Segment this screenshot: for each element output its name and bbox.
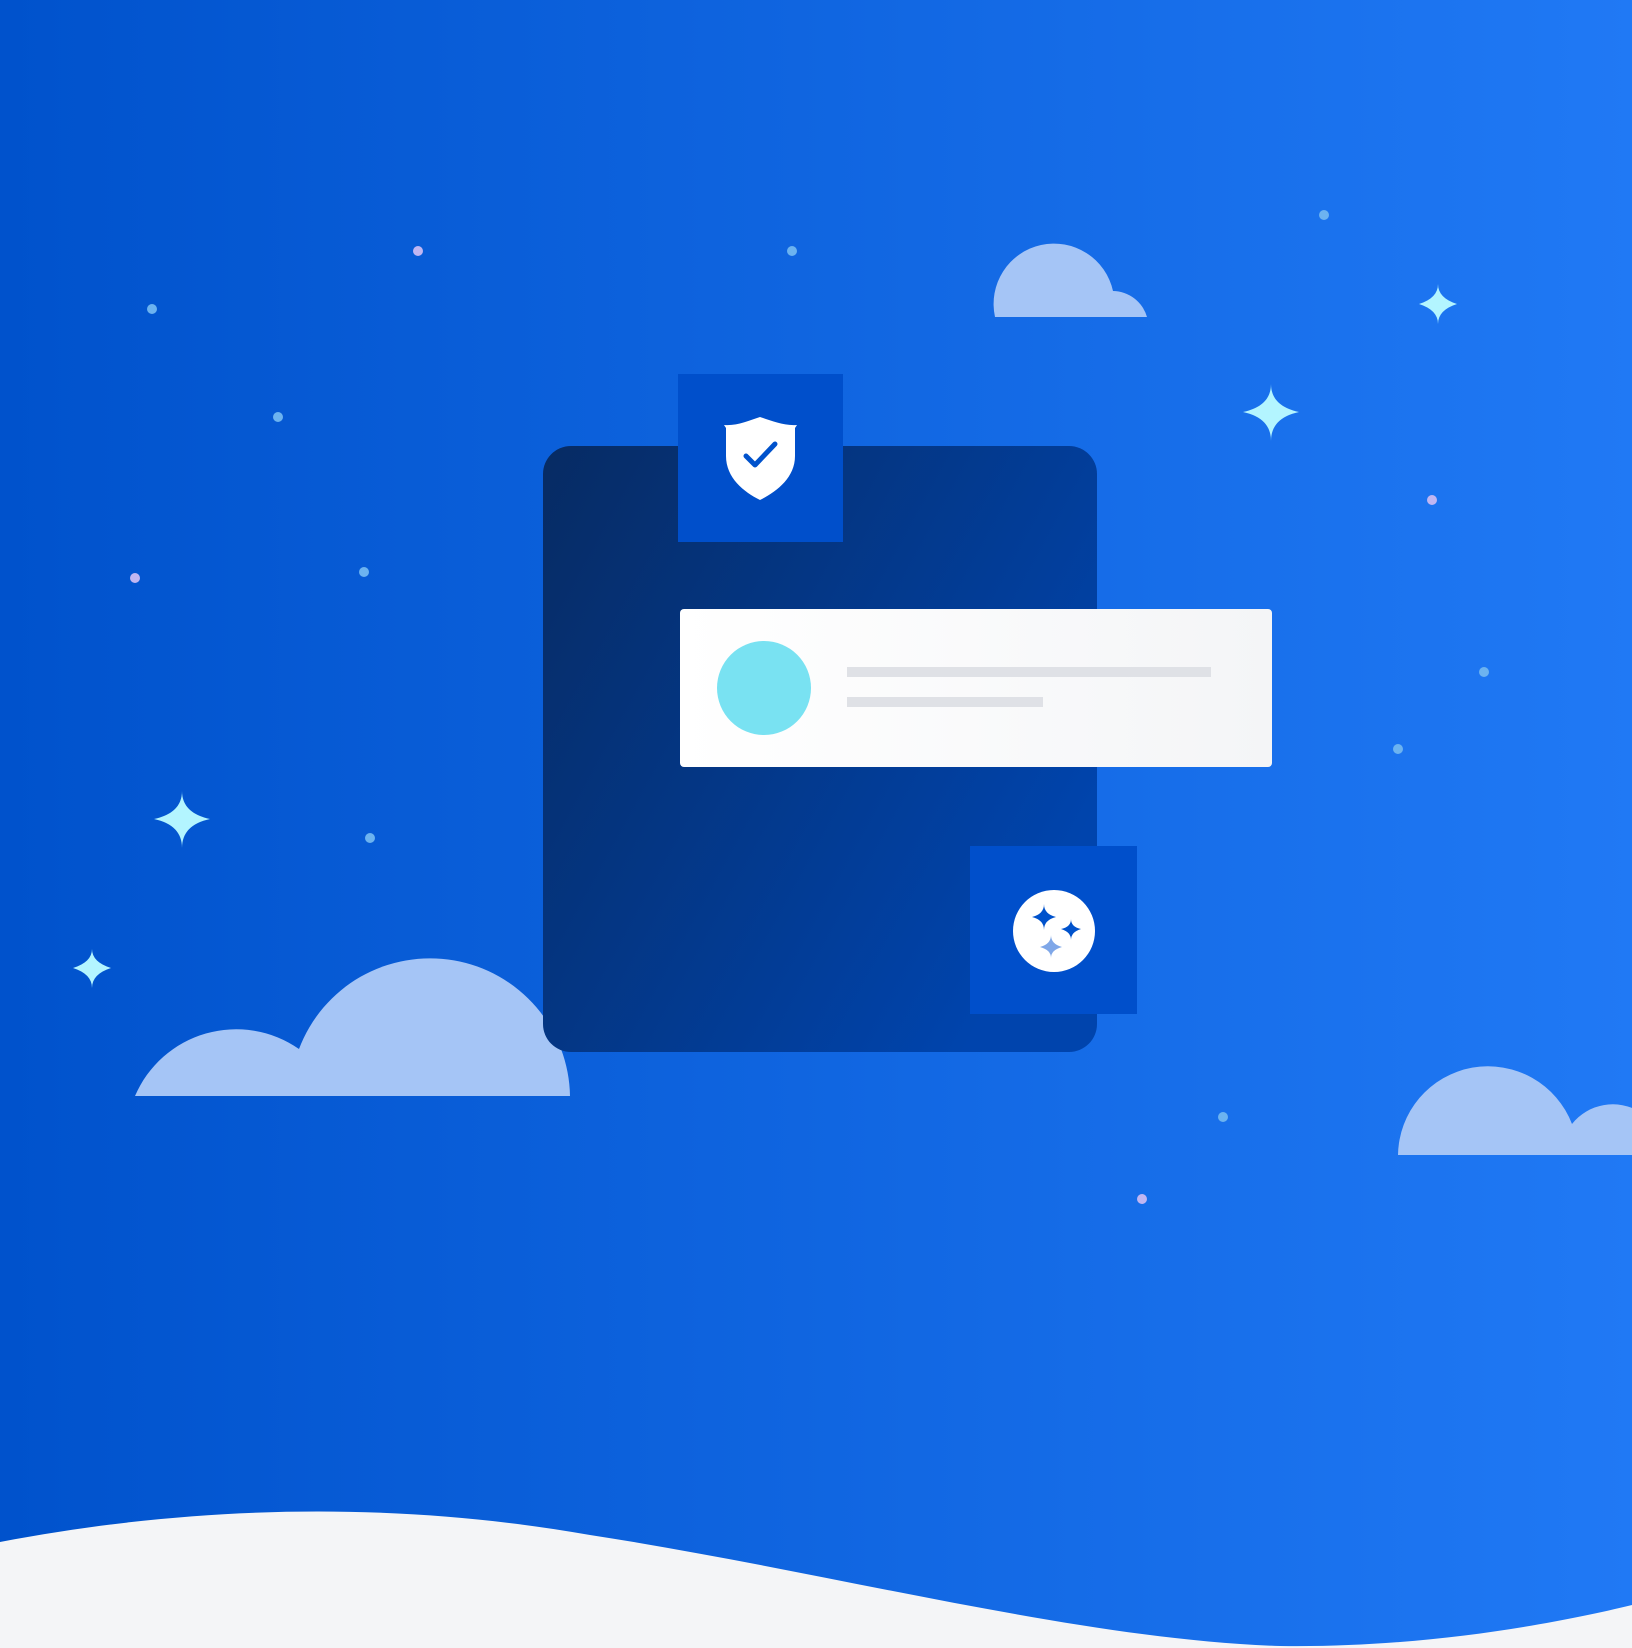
dot — [787, 246, 797, 256]
dot — [1319, 210, 1329, 220]
illustration-scene — [0, 0, 1632, 1648]
sparkles-icon — [1013, 890, 1095, 972]
illustration-canvas — [0, 0, 1632, 1648]
avatar — [717, 641, 811, 735]
dot — [1479, 667, 1489, 677]
dot — [130, 573, 140, 583]
dot — [1427, 495, 1437, 505]
text-line-secondary — [847, 697, 1043, 707]
dot — [365, 833, 375, 843]
dot — [359, 567, 369, 577]
dot — [147, 304, 157, 314]
dot — [1393, 744, 1403, 754]
text-line-primary — [847, 667, 1211, 677]
dot — [413, 246, 423, 256]
dot — [1218, 1112, 1228, 1122]
dot — [273, 412, 283, 422]
dot — [1137, 1194, 1147, 1204]
